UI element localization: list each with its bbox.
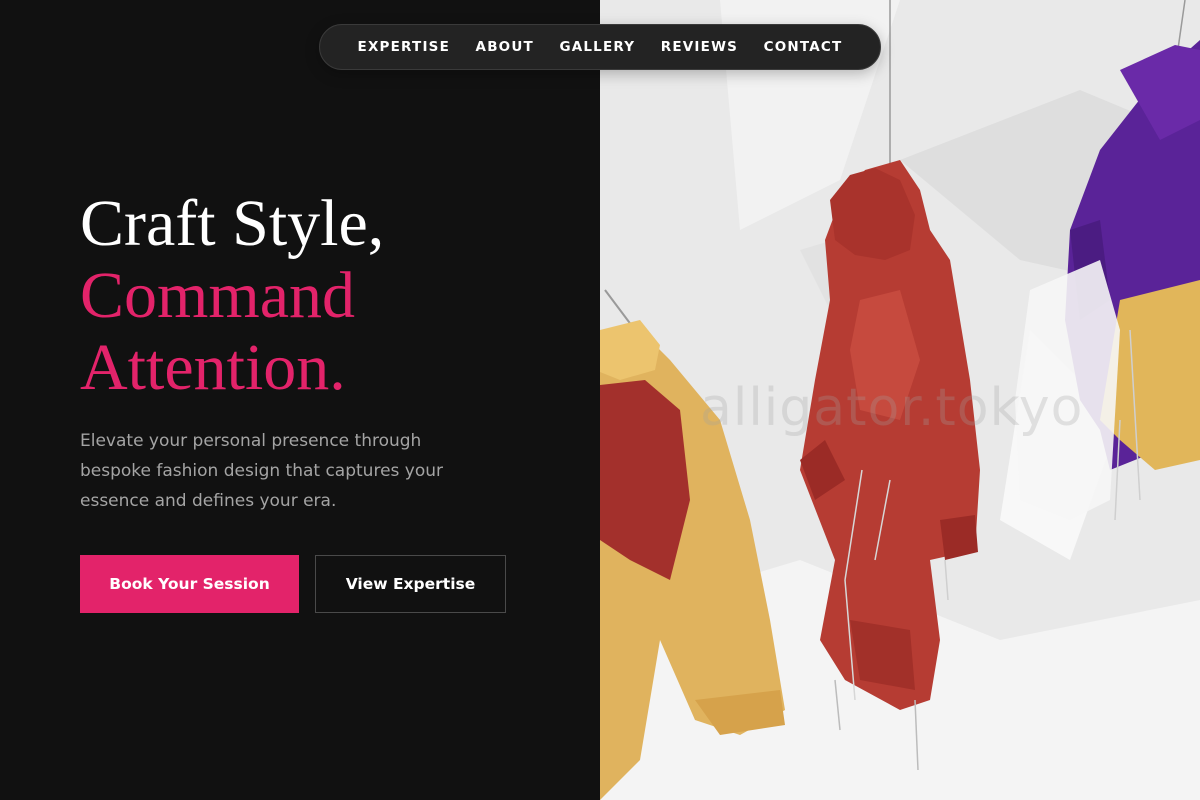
image-watermark: alligator.tokyo — [700, 378, 1084, 438]
nav-link-gallery[interactable]: GALLERY — [559, 39, 635, 55]
hero-subtitle: Elevate your personal presence through b… — [80, 431, 444, 511]
headline-line-3: Attention. — [80, 331, 346, 404]
nav-link-about[interactable]: ABOUT — [476, 39, 534, 55]
view-expertise-button[interactable]: View Expertise — [315, 555, 506, 613]
hero-headline: Craft Style, Command Attention. — [80, 188, 580, 404]
book-session-button[interactable]: Book Your Session — [80, 555, 299, 613]
nav-link-contact[interactable]: CONTACT — [764, 39, 843, 55]
headline-line-2: Command — [80, 259, 355, 332]
nav-link-reviews[interactable]: REVIEWS — [661, 39, 738, 55]
hero-text-panel: Craft Style, Command Attention. Elevate … — [0, 0, 600, 800]
hero-image: alligator.tokyo — [600, 0, 1200, 800]
nav-link-expertise[interactable]: EXPERTISE — [358, 39, 451, 55]
headline-line-1: Craft Style, — [80, 187, 385, 260]
main-navigation: EXPERTISE ABOUT GALLERY REVIEWS CONTACT — [319, 24, 881, 70]
